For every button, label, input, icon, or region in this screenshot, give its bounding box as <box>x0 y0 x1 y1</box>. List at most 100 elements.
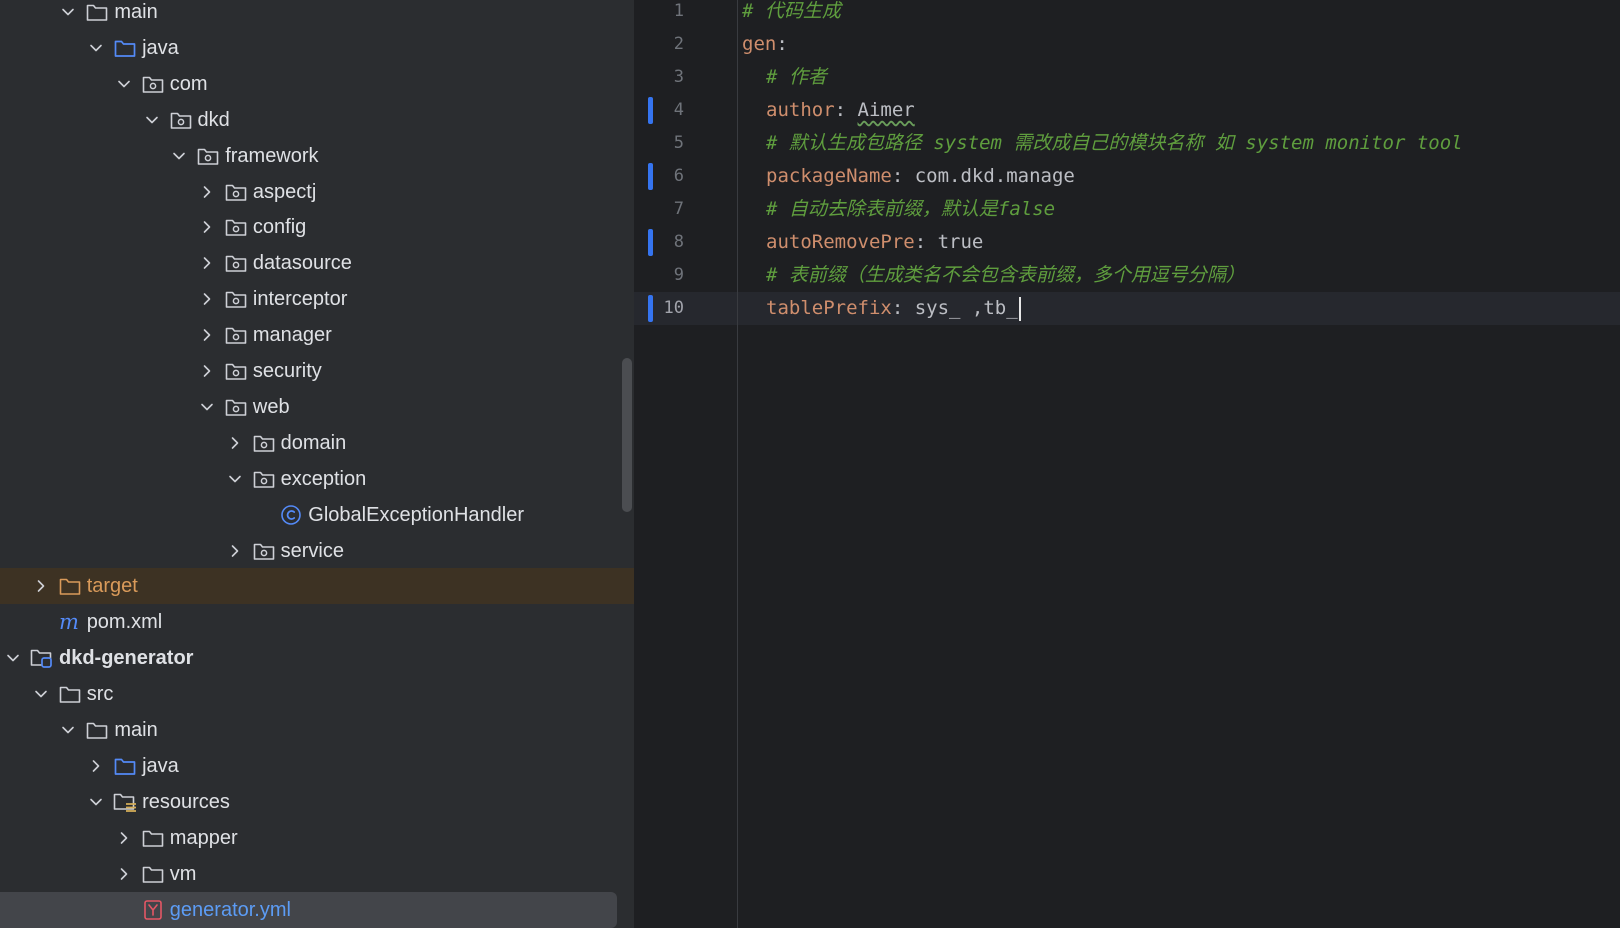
chevron-down-icon[interactable] <box>30 683 52 705</box>
tree-row-resources[interactable]: resources <box>0 784 634 820</box>
tree-row-main[interactable]: main <box>0 0 634 30</box>
code-text[interactable]: autoRemovePre: true <box>766 226 983 259</box>
chevron-right-icon[interactable] <box>196 216 218 238</box>
tree-row-interceptor[interactable]: interceptor <box>0 281 634 317</box>
package-icon <box>196 144 220 168</box>
tree-row-web[interactable]: web <box>0 389 634 425</box>
chevron-right-icon[interactable] <box>113 863 135 885</box>
chevron-right-icon[interactable] <box>196 181 218 203</box>
code-line-1[interactable]: 1 # 代码生成 <box>634 0 1620 28</box>
chevron-right-icon[interactable] <box>196 324 218 346</box>
tree-row-aspectj[interactable]: aspectj <box>0 174 634 210</box>
package-icon <box>224 287 248 311</box>
project-tree-scrollbar[interactable] <box>622 358 632 512</box>
code-text[interactable]: author: Aimer <box>766 94 915 127</box>
tree-item-label: dkd-generator <box>59 647 194 670</box>
code-text[interactable]: gen: <box>742 28 788 61</box>
tree-row-manager[interactable]: manager <box>0 317 634 353</box>
chevron-down-icon[interactable] <box>196 396 218 418</box>
yaml-comment: # 自动去除表前缀，默认是false <box>766 198 1056 220</box>
package-icon <box>141 72 165 96</box>
tree-row-target[interactable]: target <box>0 568 634 605</box>
tree-item-label: target <box>86 575 138 598</box>
code-line-6[interactable]: 6 packageName: com.dkd.manage <box>634 160 1620 193</box>
line-number: 10 <box>663 298 684 318</box>
chevron-down-icon[interactable] <box>57 1 79 23</box>
tree-item-label: java <box>142 754 179 777</box>
tree-row-service[interactable]: service <box>0 533 634 569</box>
tree-row-datasource[interactable]: datasource <box>0 245 634 281</box>
code-text[interactable]: # 作者 <box>766 61 827 94</box>
chevron-down-icon[interactable] <box>141 109 163 131</box>
code-text[interactable]: tablePrefix: sys_ ,tb_ <box>766 292 1021 325</box>
chevron-right-icon[interactable] <box>85 755 107 777</box>
chevron-right-icon[interactable] <box>30 575 52 597</box>
line-number: 4 <box>673 100 684 120</box>
code-text[interactable]: # 默认生成包路径 system 需改成自己的模块名称 如 system mon… <box>766 127 1463 160</box>
yaml-value: : true <box>914 231 984 253</box>
code-line-5[interactable]: 5 # 默认生成包路径 system 需改成自己的模块名称 如 system mo… <box>634 127 1620 160</box>
code-text[interactable]: # 表前缀（生成类名不会包含表前缀，多个用逗号分隔） <box>766 259 1245 292</box>
tree-row-mapper[interactable]: mapper <box>0 820 634 856</box>
code-line-10[interactable]: 10 tablePrefix: sys_ ,tb_ <box>634 292 1620 325</box>
tree-row-main[interactable]: main <box>0 712 634 748</box>
chevron-down-icon[interactable] <box>85 37 107 59</box>
chevron-down-icon[interactable] <box>224 468 246 490</box>
tree-row-generator-yml[interactable]: generator.yml <box>0 891 617 928</box>
code-line-8[interactable]: 8 autoRemovePre: true <box>634 226 1620 259</box>
source-folder-icon <box>113 36 137 60</box>
tree-row-java[interactable]: java <box>0 748 634 784</box>
yaml-comment: # 代码生成 <box>742 0 841 22</box>
code-text[interactable]: packageName: com.dkd.manage <box>766 160 1075 193</box>
chevron-right-icon[interactable] <box>196 288 218 310</box>
code-editor[interactable]: 1 # 代码生成 2 gen: 3 # 作者 4 author: Aimer 5 # 默认生成包路… <box>634 0 1620 928</box>
chevron-right-icon[interactable] <box>196 252 218 274</box>
yaml-key: packageName <box>766 165 892 187</box>
project-tree[interactable]: main java com dkd framework aspectj config data… <box>0 0 634 928</box>
tree-item-label: GlobalExceptionHandler <box>308 503 524 526</box>
chevron-down-icon[interactable] <box>85 791 107 813</box>
package-icon <box>224 323 248 347</box>
tree-row-domain[interactable]: domain <box>0 425 634 461</box>
chevron-down-icon[interactable] <box>57 719 79 741</box>
tree-row-globalexceptionhandler[interactable]: GlobalExceptionHandler <box>0 497 634 533</box>
chevron-down-icon[interactable] <box>168 145 190 167</box>
code-line-3[interactable]: 3 # 作者 <box>634 61 1620 94</box>
chevron-right-icon[interactable] <box>224 540 246 562</box>
code-text[interactable]: # 自动去除表前缀，默认是false <box>766 193 1055 226</box>
tree-row-com[interactable]: com <box>0 66 634 102</box>
tree-row-exception[interactable]: exception <box>0 461 634 497</box>
tree-row-dkd-generator[interactable]: dkd-generator <box>0 640 634 676</box>
chevron-right-icon[interactable] <box>224 432 246 454</box>
tree-row-framework[interactable]: framework <box>0 138 634 174</box>
yaml-value: : <box>776 33 788 55</box>
tree-row-src[interactable]: src <box>0 676 634 712</box>
code-text[interactable]: # 代码生成 <box>742 0 841 28</box>
code-line-7[interactable]: 7 # 自动去除表前缀，默认是false <box>634 193 1620 226</box>
tree-item-label: pom.xml <box>86 611 163 634</box>
yaml-key: gen <box>742 33 777 55</box>
code-line-4[interactable]: 4 author: Aimer <box>634 94 1620 127</box>
line-number: 5 <box>673 133 684 153</box>
java-class-icon <box>279 503 303 527</box>
chevron-down-icon[interactable] <box>2 647 24 669</box>
tree-item-label: framework <box>225 144 319 167</box>
code-line-9[interactable]: 9 # 表前缀（生成类名不会包含表前缀，多个用逗号分隔） <box>634 259 1620 292</box>
yaml-comment: # 作者 <box>766 66 827 88</box>
tree-row-pom-xml[interactable]: m pom.xml <box>0 604 634 640</box>
tree-item-label: generator.yml <box>169 898 291 921</box>
chevron-right-icon[interactable] <box>113 827 135 849</box>
tree-row-java[interactable]: java <box>0 30 634 66</box>
chevron-down-icon[interactable] <box>113 73 135 95</box>
tree-item-label: dkd <box>197 108 230 131</box>
tree-row-dkd[interactable]: dkd <box>0 102 634 138</box>
chevron-right-icon[interactable] <box>196 360 218 382</box>
line-number: 7 <box>673 199 684 219</box>
package-icon <box>169 108 193 132</box>
tree-item-label: main <box>114 719 158 741</box>
package-icon <box>224 180 248 204</box>
tree-row-config[interactable]: config <box>0 209 634 245</box>
code-line-2[interactable]: 2 gen: <box>634 28 1620 61</box>
tree-row-vm[interactable]: vm <box>0 856 634 892</box>
tree-row-security[interactable]: security <box>0 353 634 389</box>
